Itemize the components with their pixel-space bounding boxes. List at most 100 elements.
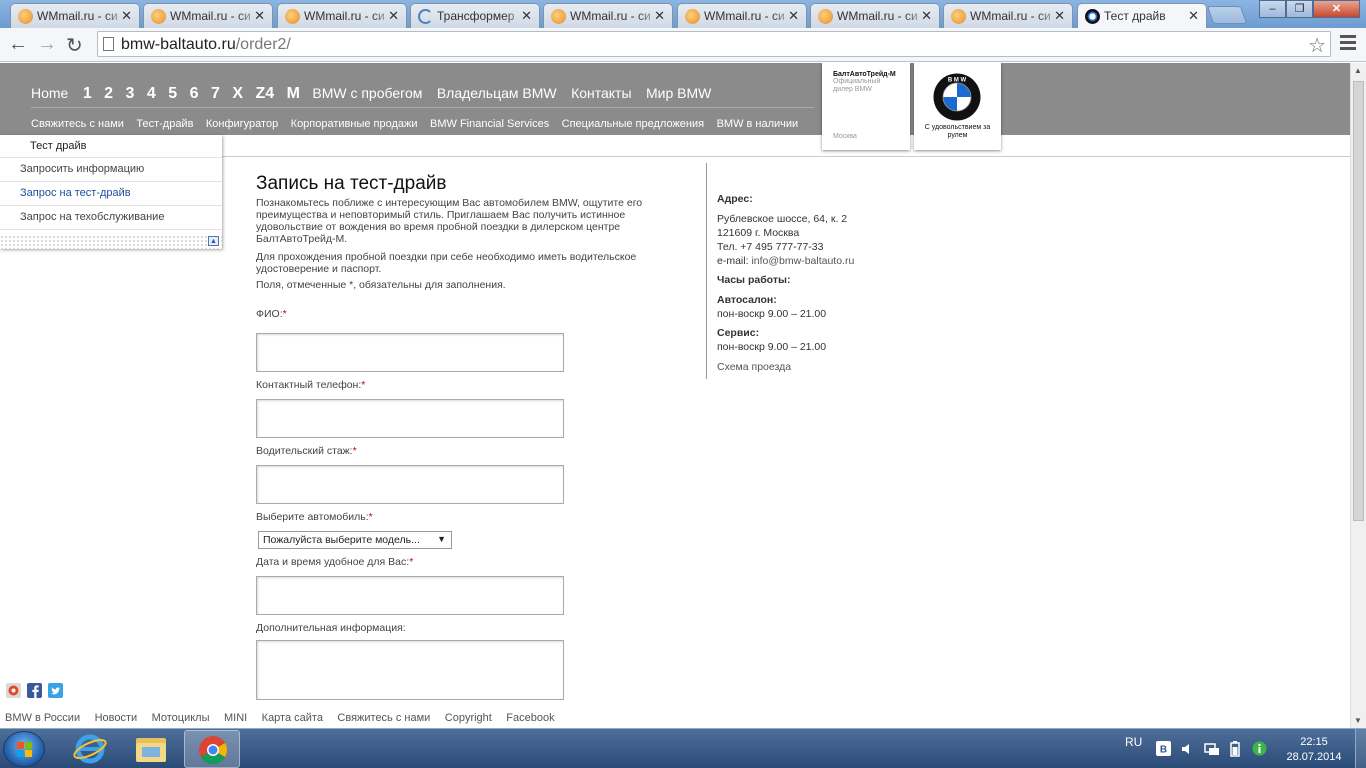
- subnav-corporate-link[interactable]: Корпоративные продажи: [291, 118, 418, 130]
- browser-tab[interactable]: WMmail.ru - си ✕: [810, 3, 940, 28]
- required-note: Поля, отмеченные *, обязательны для запо…: [256, 279, 506, 291]
- footer-link[interactable]: BMW в России: [5, 712, 80, 724]
- nav-model-link[interactable]: 1: [83, 85, 92, 102]
- footer-link[interactable]: MINI: [224, 712, 247, 724]
- scrollbar-thumb[interactable]: [1353, 81, 1364, 521]
- sidebar-item-service[interactable]: Запрос на техобслуживание: [20, 211, 164, 223]
- language-indicator[interactable]: RU: [1125, 735, 1142, 749]
- forward-arrow-icon[interactable]: →: [37, 33, 57, 56]
- nav-home-link[interactable]: Home: [31, 85, 68, 101]
- close-tab-icon[interactable]: ✕: [654, 8, 665, 24]
- footer-link[interactable]: Новости: [95, 712, 138, 724]
- nav-model-link[interactable]: 2: [104, 85, 113, 102]
- clock-time: 22:15: [1300, 736, 1328, 748]
- chrome-icon: [199, 736, 227, 764]
- fio-input[interactable]: [256, 333, 564, 372]
- nav-model-link[interactable]: M: [287, 85, 300, 102]
- minimize-window-button[interactable]: –: [1259, 0, 1286, 18]
- vertical-scrollbar[interactable]: ▲ ▼: [1350, 63, 1366, 728]
- chrome-taskbar-button[interactable]: [184, 730, 240, 768]
- start-button[interactable]: [3, 731, 45, 767]
- close-tab-icon[interactable]: ✕: [388, 8, 399, 24]
- internet-explorer-taskbar-button[interactable]: [62, 730, 118, 768]
- browser-tab[interactable]: WMmail.ru - си ✕: [677, 3, 807, 28]
- close-tab-icon[interactable]: ✕: [1054, 8, 1065, 24]
- nav-model-link[interactable]: Z4: [255, 85, 274, 102]
- scroll-down-arrow-icon[interactable]: ▼: [1354, 716, 1362, 725]
- sidebar-item-test-drive[interactable]: Запрос на тест-драйв: [20, 187, 131, 199]
- scroll-up-arrow-icon[interactable]: ▲: [1354, 66, 1362, 75]
- system-clock[interactable]: 22:15 28.07.2014: [1286, 735, 1342, 765]
- nav-model-link[interactable]: X: [232, 85, 243, 102]
- network-icon[interactable]: [1204, 741, 1220, 757]
- phone-input[interactable]: [256, 399, 564, 438]
- footer-links: BMW в России Новости Мотоциклы MINI Карт…: [5, 708, 565, 726]
- subnav-in-stock-link[interactable]: BMW в наличии: [717, 118, 799, 130]
- footer-link[interactable]: Свяжитесь с нами: [337, 712, 430, 724]
- experience-input[interactable]: [256, 465, 564, 504]
- footer-link[interactable]: Мотоциклы: [152, 712, 210, 724]
- browser-tab[interactable]: WMmail.ru - си ✕: [277, 3, 407, 28]
- browser-tab[interactable]: WMmail.ru - си ✕: [943, 3, 1073, 28]
- address-bar[interactable]: bmw-baltauto.ru/order2/ ☆: [97, 31, 1331, 57]
- nav-contacts-link[interactable]: Контакты: [571, 85, 631, 101]
- back-arrow-icon[interactable]: ←: [8, 33, 28, 56]
- bookmark-star-icon[interactable]: ☆: [1308, 33, 1326, 58]
- nav-model-link[interactable]: 4: [147, 85, 156, 102]
- map-link[interactable]: Схема проезда: [717, 361, 791, 373]
- browser-tab[interactable]: WMmail.ru - си ✕: [10, 3, 140, 28]
- sidebar-dotted-footer: [0, 235, 222, 249]
- volume-icon[interactable]: [1181, 742, 1195, 756]
- reload-icon[interactable]: ↻: [66, 33, 83, 58]
- nav-owners-link[interactable]: Владельцам BMW: [437, 85, 557, 101]
- browser-tab[interactable]: WMmail.ru - си ✕: [143, 3, 273, 28]
- showroom-hours: пон-воскр 9.00 – 21.00: [717, 308, 827, 320]
- wmmail-icon: [151, 9, 166, 24]
- bmw-favicon: [1085, 9, 1100, 24]
- close-tab-icon[interactable]: ✕: [921, 8, 932, 24]
- footer-link[interactable]: Facebook: [506, 712, 554, 724]
- browser-tab[interactable]: Трансформер ✕: [410, 3, 540, 28]
- facebook-icon[interactable]: [27, 683, 42, 698]
- nav-model-link[interactable]: 3: [126, 85, 135, 102]
- battery-icon[interactable]: [1229, 741, 1241, 757]
- close-tab-icon[interactable]: ✕: [1188, 8, 1199, 24]
- required-asterisk: *: [282, 308, 287, 320]
- subnav-contact-link[interactable]: Свяжитесь с нами: [31, 118, 124, 130]
- email-link[interactable]: info@bmw-baltauto.ru: [751, 255, 854, 267]
- address-line: Рублевское шоссе, 64, к. 2: [717, 213, 848, 225]
- footer-link[interactable]: Copyright: [445, 712, 492, 724]
- close-tab-icon[interactable]: ✕: [788, 8, 799, 24]
- close-window-button[interactable]: ✕: [1313, 0, 1360, 18]
- car-model-select[interactable]: Пожалуйста выберите модель... ▼: [258, 531, 452, 549]
- subnav-test-drive-link[interactable]: Тест-драйв: [136, 118, 193, 130]
- nav-model-link[interactable]: 6: [190, 85, 199, 102]
- show-desktop-button[interactable]: [1355, 729, 1366, 768]
- new-tab-button[interactable]: [1206, 6, 1248, 24]
- sidebar-item-request-info[interactable]: Запросить информацию: [20, 163, 144, 175]
- twitter-icon[interactable]: [48, 683, 63, 698]
- nav-model-link[interactable]: 7: [211, 85, 220, 102]
- footer-link[interactable]: Карта сайта: [262, 712, 323, 724]
- close-tab-icon[interactable]: ✕: [521, 8, 532, 24]
- browser-tab[interactable]: WMmail.ru - си ✕: [543, 3, 673, 28]
- subnav-configurator-link[interactable]: Конфигуратор: [206, 118, 278, 130]
- nav-model-link[interactable]: 5: [168, 85, 177, 102]
- file-explorer-taskbar-button[interactable]: [123, 730, 179, 768]
- datetime-input[interactable]: [256, 576, 564, 615]
- maximize-window-button[interactable]: ❐: [1286, 0, 1313, 18]
- browser-tab-active[interactable]: Тест драйв ✕: [1077, 3, 1207, 29]
- info-tray-icon[interactable]: [1252, 741, 1267, 756]
- nav-world-bmw-link[interactable]: Мир BMW: [646, 85, 711, 101]
- subnav-special-offers-link[interactable]: Специальные предложения: [562, 118, 704, 130]
- subnav-financial-link[interactable]: BMW Financial Services: [430, 118, 549, 130]
- windows-taskbar: RU B 22:15 28.07.2014: [0, 728, 1366, 768]
- close-tab-icon[interactable]: ✕: [121, 8, 132, 24]
- collapse-up-icon[interactable]: ▲: [208, 236, 219, 246]
- vk-tray-icon[interactable]: B: [1156, 741, 1171, 756]
- close-tab-icon[interactable]: ✕: [254, 8, 265, 24]
- chrome-menu-icon[interactable]: [1340, 35, 1356, 53]
- extra-info-textarea[interactable]: [256, 640, 564, 700]
- nav-used-bmw-link[interactable]: BMW с пробегом: [312, 85, 422, 101]
- odnoklassniki-icon[interactable]: [6, 683, 21, 698]
